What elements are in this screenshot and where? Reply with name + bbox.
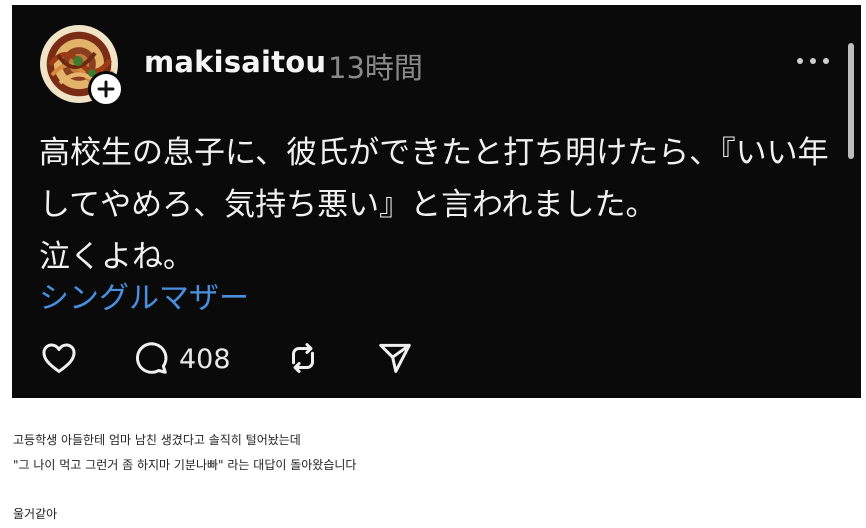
caption-line: 고등학생 아들한테 엄마 남친 생겼다고 솔직히 털어놨는데	[13, 433, 301, 447]
share-button[interactable]	[376, 339, 414, 381]
follow-button[interactable]	[88, 71, 124, 107]
action-bar: 408	[12, 335, 861, 385]
scrollbar[interactable]	[848, 43, 854, 159]
plus-icon	[97, 80, 115, 98]
post-body: 高校生の息子に、彼氏ができたと打ち明けたら、『いい年 してやめろ、気持ち悪い』と…	[39, 127, 829, 283]
like-button[interactable]	[40, 339, 78, 381]
topic-tag-link[interactable]: シングルマザー	[39, 273, 249, 317]
caption-line: 울거같아	[13, 507, 58, 521]
comment-icon	[135, 342, 168, 374]
post-text-line: してやめろ、気持ち悪い』と言われました。	[39, 187, 657, 223]
reply-count: 408	[179, 344, 231, 375]
more-dots-icon[interactable]	[797, 55, 829, 67]
caption-line: "그 나이 먹고 그런거 좀 하지마 기분나빠" 라는 대답이 돌아왔습니다	[13, 458, 357, 472]
send-icon	[379, 343, 411, 373]
threads-post-screenshot: makisaitou 13時間 高校生の息子に、彼氏ができたと打ち明けたら、『い…	[12, 5, 861, 398]
heart-icon	[42, 343, 76, 373]
repost-icon	[291, 343, 315, 373]
repost-button[interactable]	[284, 339, 322, 381]
post-text-line: 高校生の息子に、彼氏ができたと打ち明けたら、『いい年	[39, 135, 829, 171]
reply-button[interactable]	[132, 339, 170, 381]
post-timestamp: 13時間	[328, 51, 423, 85]
username[interactable]: makisaitou	[144, 45, 326, 79]
